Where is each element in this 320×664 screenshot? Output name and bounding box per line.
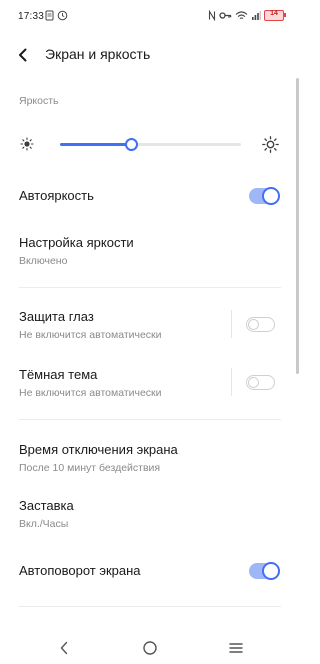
divider: [19, 606, 281, 607]
brightness-settings-subtitle: Включено: [19, 255, 68, 267]
screensaver-subtitle: Вкл./Часы: [19, 518, 69, 530]
toggle-knob: [248, 319, 259, 330]
brightness-slider-thumb[interactable]: [124, 138, 138, 151]
battery-icon: 14: [264, 10, 286, 21]
status-bar: 17:33 14: [0, 0, 300, 36]
menu-icon: [229, 643, 243, 653]
brightness-slider[interactable]: [60, 138, 241, 151]
status-left-icons: [45, 10, 68, 21]
page-title: Экран и яркость: [45, 46, 151, 62]
brightness-high-icon: [262, 136, 279, 153]
signal-icon: [252, 11, 261, 20]
scrollbar[interactable]: [296, 78, 299, 374]
battery-level: 14: [270, 10, 278, 17]
back-button[interactable]: [12, 44, 34, 66]
screen-timeout-title: Время отключения экрана: [19, 442, 178, 457]
wifi-icon: [235, 11, 248, 20]
dark-theme-toggle[interactable]: [246, 375, 275, 390]
circle-icon: [143, 641, 157, 655]
eye-protection-subtitle: Не включится автоматически: [19, 329, 162, 341]
auto-rotate-toggle[interactable]: [249, 562, 280, 580]
divider: [19, 287, 281, 288]
brightness-section-label: Яркость: [19, 95, 59, 107]
toggle-knob: [262, 562, 280, 580]
navigation-bar: [0, 630, 300, 664]
auto-brightness-toggle[interactable]: [249, 187, 280, 205]
nav-back-button[interactable]: [54, 638, 74, 658]
notification-icon: [45, 10, 54, 21]
brightness-low-icon: [20, 137, 34, 151]
eye-protection-toggle[interactable]: [246, 317, 275, 332]
screensaver-title: Заставка: [19, 498, 74, 513]
divider: [231, 310, 232, 338]
auto-rotate-title: Автоповорот экрана: [19, 563, 141, 578]
key-icon: [219, 12, 232, 19]
divider: [19, 419, 281, 420]
clock-icon: [57, 10, 68, 21]
dark-theme-title: Тёмная тема: [19, 367, 98, 382]
chevron-left-icon: [19, 48, 27, 62]
nav-home-button[interactable]: [140, 638, 160, 658]
nfc-icon: [208, 10, 216, 21]
brightness-settings-title: Настройка яркости: [19, 235, 134, 250]
toggle-knob: [262, 187, 280, 205]
toggle-knob: [248, 377, 259, 388]
brightness-slider-fill: [60, 143, 131, 146]
dark-theme-subtitle: Не включится автоматически: [19, 387, 162, 399]
screen-timeout-subtitle: После 10 минут бездействия: [19, 462, 161, 474]
nav-menu-button[interactable]: [226, 638, 246, 658]
brightness-slider-row: [0, 132, 300, 156]
divider: [231, 368, 232, 396]
auto-brightness-label: Автояркость: [19, 188, 94, 203]
status-right-icons: 14: [208, 10, 286, 21]
eye-protection-title: Защита глаз: [19, 309, 94, 324]
app-bar: Экран и яркость: [0, 36, 300, 74]
chevron-left-icon: [60, 641, 68, 655]
status-time: 17:33: [18, 11, 45, 22]
